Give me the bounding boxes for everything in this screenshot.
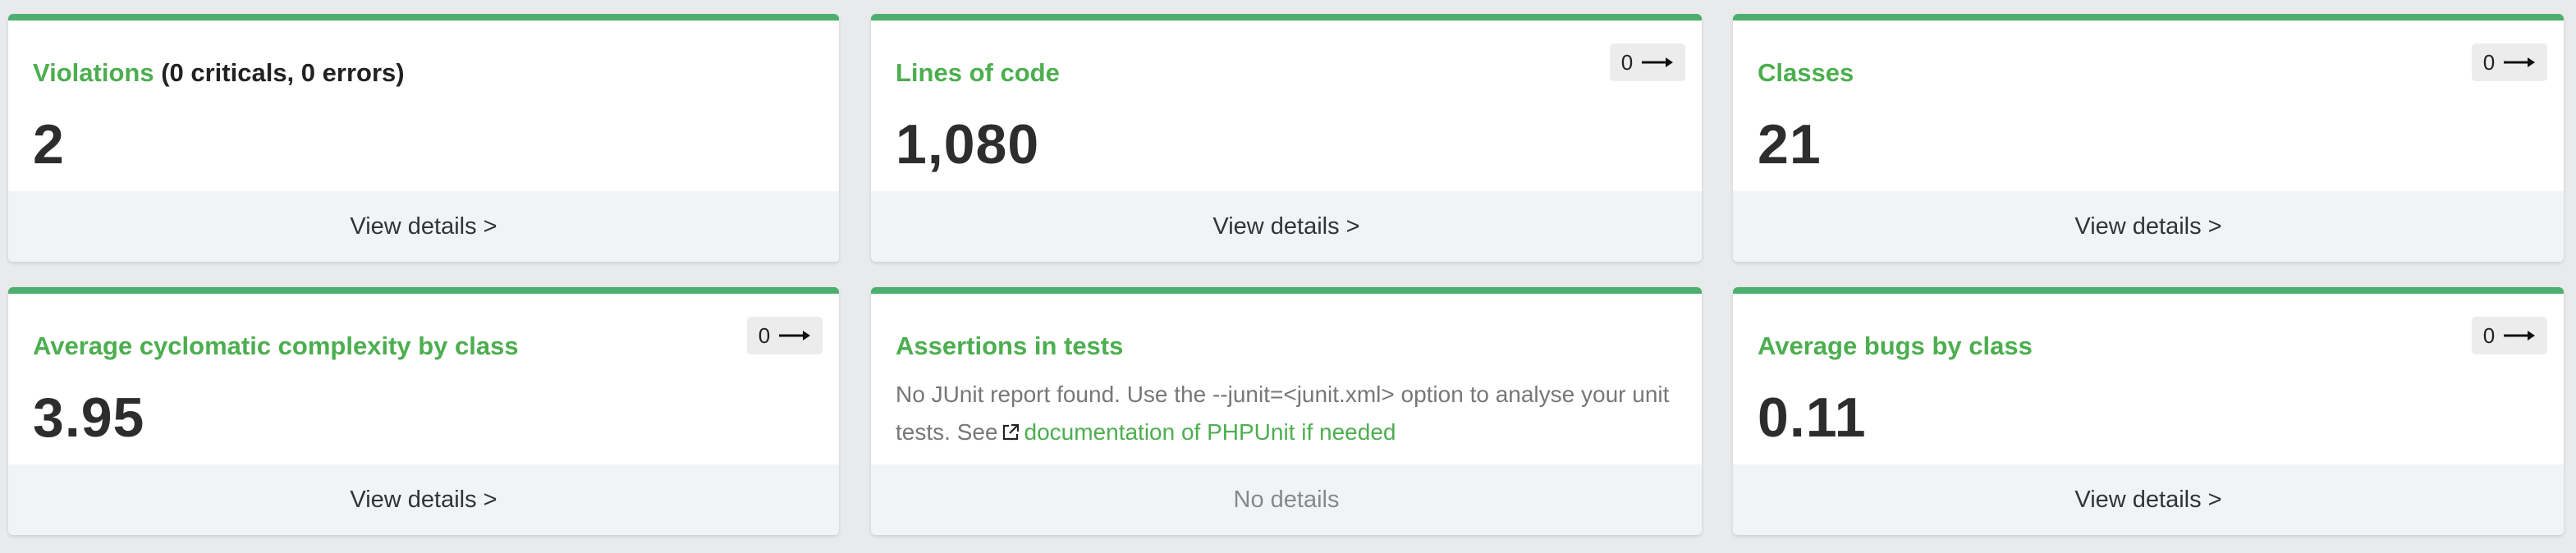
trend-badge: 0 xyxy=(1610,43,1685,81)
view-details-link[interactable]: View details > xyxy=(871,191,1702,262)
arrow-right-icon xyxy=(2504,57,2536,67)
trend-badge: 0 xyxy=(2472,43,2547,81)
card-title-label: Violations xyxy=(33,58,154,87)
trend-badge: 0 xyxy=(747,317,823,354)
card-body: Average cyclomatic complexity by class 0… xyxy=(8,294,839,464)
arrow-right-icon xyxy=(1642,57,1674,67)
card-value: 1,080 xyxy=(896,113,1040,176)
card-title: Average cyclomatic complexity by class xyxy=(33,331,519,360)
card-assertions-in-tests: Assertions in tests No JUnit report foun… xyxy=(871,287,1702,535)
card-classes: Classes 0 21 View details > xyxy=(1733,14,2564,262)
phpunit-documentation-link[interactable]: documentation of PHPUnit if needed xyxy=(1024,419,1396,445)
card-body: Violations (0 criticals, 0 errors) 2 xyxy=(8,21,839,191)
card-value: 2 xyxy=(33,113,65,176)
card-title: Classes xyxy=(1758,58,1854,87)
card-title: Average bugs by class xyxy=(1758,331,2033,360)
external-link-icon xyxy=(1002,423,1019,441)
card-average-cyclomatic-complexity: Average cyclomatic complexity by class 0… xyxy=(8,287,839,535)
card-body: Average bugs by class 0 0.11 xyxy=(1733,294,2564,464)
card-title: Violations (0 criticals, 0 errors) xyxy=(33,58,405,88)
card-value: 21 xyxy=(1758,113,1822,176)
view-details-link[interactable]: View details > xyxy=(8,464,839,535)
trend-badge-value: 0 xyxy=(2482,322,2496,348)
card-violations: Violations (0 criticals, 0 errors) 2 Vie… xyxy=(8,14,839,262)
no-details-label: No details xyxy=(871,464,1702,535)
card-average-bugs-by-class: Average bugs by class 0 0.11 View detail… xyxy=(1733,287,2564,535)
card-title-suffix: (0 criticals, 0 errors) xyxy=(154,58,405,87)
view-details-link[interactable]: View details > xyxy=(1733,191,2564,262)
card-value: 0.11 xyxy=(1758,386,1867,449)
view-details-link[interactable]: View details > xyxy=(8,191,839,262)
card-title: Lines of code xyxy=(896,58,1060,87)
trend-badge: 0 xyxy=(2472,317,2547,354)
arrow-right-icon xyxy=(779,331,811,340)
card-lines-of-code: Lines of code 0 1,080 View details > xyxy=(871,14,1702,262)
trend-badge-value: 0 xyxy=(758,322,771,348)
card-body: Lines of code 0 1,080 xyxy=(871,21,1702,191)
view-details-link[interactable]: View details > xyxy=(1733,464,2564,535)
arrow-right-icon xyxy=(2504,331,2536,340)
trend-badge-value: 0 xyxy=(1620,49,1634,75)
junit-notice: No JUnit report found. Use the --junit=<… xyxy=(896,376,1675,451)
trend-badge-value: 0 xyxy=(2482,49,2496,75)
card-value: 3.95 xyxy=(33,386,145,449)
card-body: Assertions in tests No JUnit report foun… xyxy=(871,294,1702,464)
card-body: Classes 0 21 xyxy=(1733,21,2564,191)
card-title: Assertions in tests xyxy=(896,331,1124,360)
